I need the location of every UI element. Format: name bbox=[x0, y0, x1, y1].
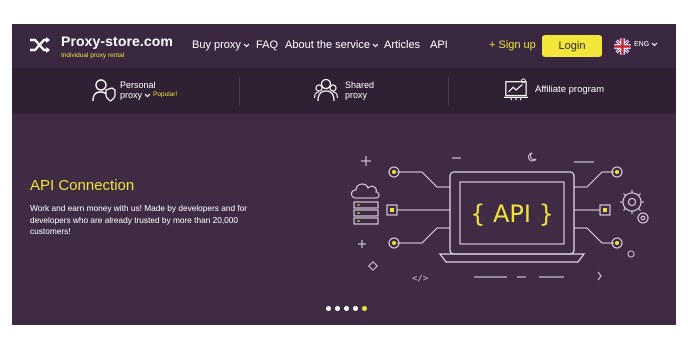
chevron-down-icon bbox=[243, 43, 250, 47]
personal-proxy-label-1: Personal bbox=[120, 80, 156, 90]
personal-proxy-icon[interactable] bbox=[92, 77, 116, 103]
api-illustration: </> {API} bbox=[350, 152, 649, 284]
slider-dots bbox=[326, 306, 367, 311]
moon-icon bbox=[528, 152, 537, 162]
circle-icon bbox=[627, 250, 635, 258]
nav-faq[interactable]: FAQ bbox=[256, 39, 278, 51]
login-button[interactable]: Login bbox=[542, 35, 602, 57]
shuffle-logo-icon[interactable] bbox=[29, 35, 51, 55]
popular-badge: Popular! bbox=[153, 91, 178, 98]
circuit-line bbox=[397, 171, 450, 188]
shared-proxy-icon[interactable] bbox=[314, 77, 338, 103]
circuit-line bbox=[574, 227, 614, 244]
circuit-line bbox=[397, 227, 450, 244]
api-screen-text: { API } bbox=[470, 200, 554, 228]
personal-proxy-label-2: proxy bbox=[120, 90, 143, 100]
slider-dot[interactable] bbox=[353, 306, 358, 311]
shared-proxy-label-1: Shared bbox=[345, 80, 375, 90]
plus-icon bbox=[358, 240, 366, 248]
brand-tagline: Individual proxy rental bbox=[61, 52, 125, 59]
cloud-server-icon bbox=[350, 183, 380, 225]
proxy-type-bar: Personal proxy Popular! Shared proxy Aff… bbox=[12, 68, 676, 114]
divider bbox=[448, 77, 449, 105]
nav-about-label: About the service bbox=[285, 39, 370, 51]
chevron-right-icon bbox=[597, 271, 602, 281]
connector-node bbox=[386, 204, 398, 216]
code-glyph: </> bbox=[412, 274, 429, 284]
language-label: ENG bbox=[634, 41, 650, 48]
hero-title: API Connection bbox=[30, 177, 135, 194]
site-frame: Proxy-store.com Individual proxy rental … bbox=[12, 24, 676, 325]
nav-api[interactable]: API bbox=[430, 39, 448, 51]
gears-icon bbox=[620, 190, 649, 224]
nav-buy-proxy-label: Buy proxy bbox=[192, 39, 241, 51]
connector-node bbox=[599, 204, 611, 216]
shared-proxy-link[interactable]: Shared proxy bbox=[345, 80, 374, 100]
brand-name[interactable]: Proxy-store.com bbox=[61, 33, 173, 49]
slider-dot[interactable] bbox=[335, 306, 340, 311]
diamond-icon bbox=[367, 260, 379, 272]
slider-dot[interactable] bbox=[326, 306, 331, 311]
top-navigation: Proxy-store.com Individual proxy rental … bbox=[12, 24, 676, 68]
plus-icon bbox=[361, 156, 371, 166]
divider bbox=[239, 77, 240, 105]
nav-faq-label: FAQ bbox=[256, 39, 279, 51]
nav-buy-proxy[interactable]: Buy proxy bbox=[192, 39, 250, 51]
circuit-line bbox=[574, 171, 614, 188]
hero-description: Work and earn money with us! Made by dev… bbox=[30, 203, 248, 237]
chevron-down-icon bbox=[651, 42, 658, 47]
chevron-down-icon bbox=[144, 93, 151, 97]
nav-api-label: API bbox=[430, 39, 448, 51]
affiliate-program-link[interactable]: Affiliate program bbox=[535, 85, 604, 95]
personal-proxy-link[interactable]: Personal proxy Popular! bbox=[120, 80, 177, 100]
signup-link[interactable]: + Sign up bbox=[489, 39, 536, 51]
language-selector[interactable]: ENG bbox=[634, 41, 658, 48]
nav-about-service[interactable]: About the service bbox=[285, 39, 379, 51]
slider-dot[interactable] bbox=[344, 306, 349, 311]
nav-articles[interactable]: Articles bbox=[384, 39, 420, 51]
nav-articles-label: Articles bbox=[384, 39, 421, 51]
affiliate-program-icon[interactable] bbox=[504, 77, 528, 103]
chevron-down-icon bbox=[372, 43, 379, 47]
uk-flag-icon[interactable] bbox=[614, 38, 631, 55]
slider-dot-active[interactable] bbox=[362, 306, 367, 311]
shared-proxy-label-2: proxy bbox=[345, 90, 368, 100]
